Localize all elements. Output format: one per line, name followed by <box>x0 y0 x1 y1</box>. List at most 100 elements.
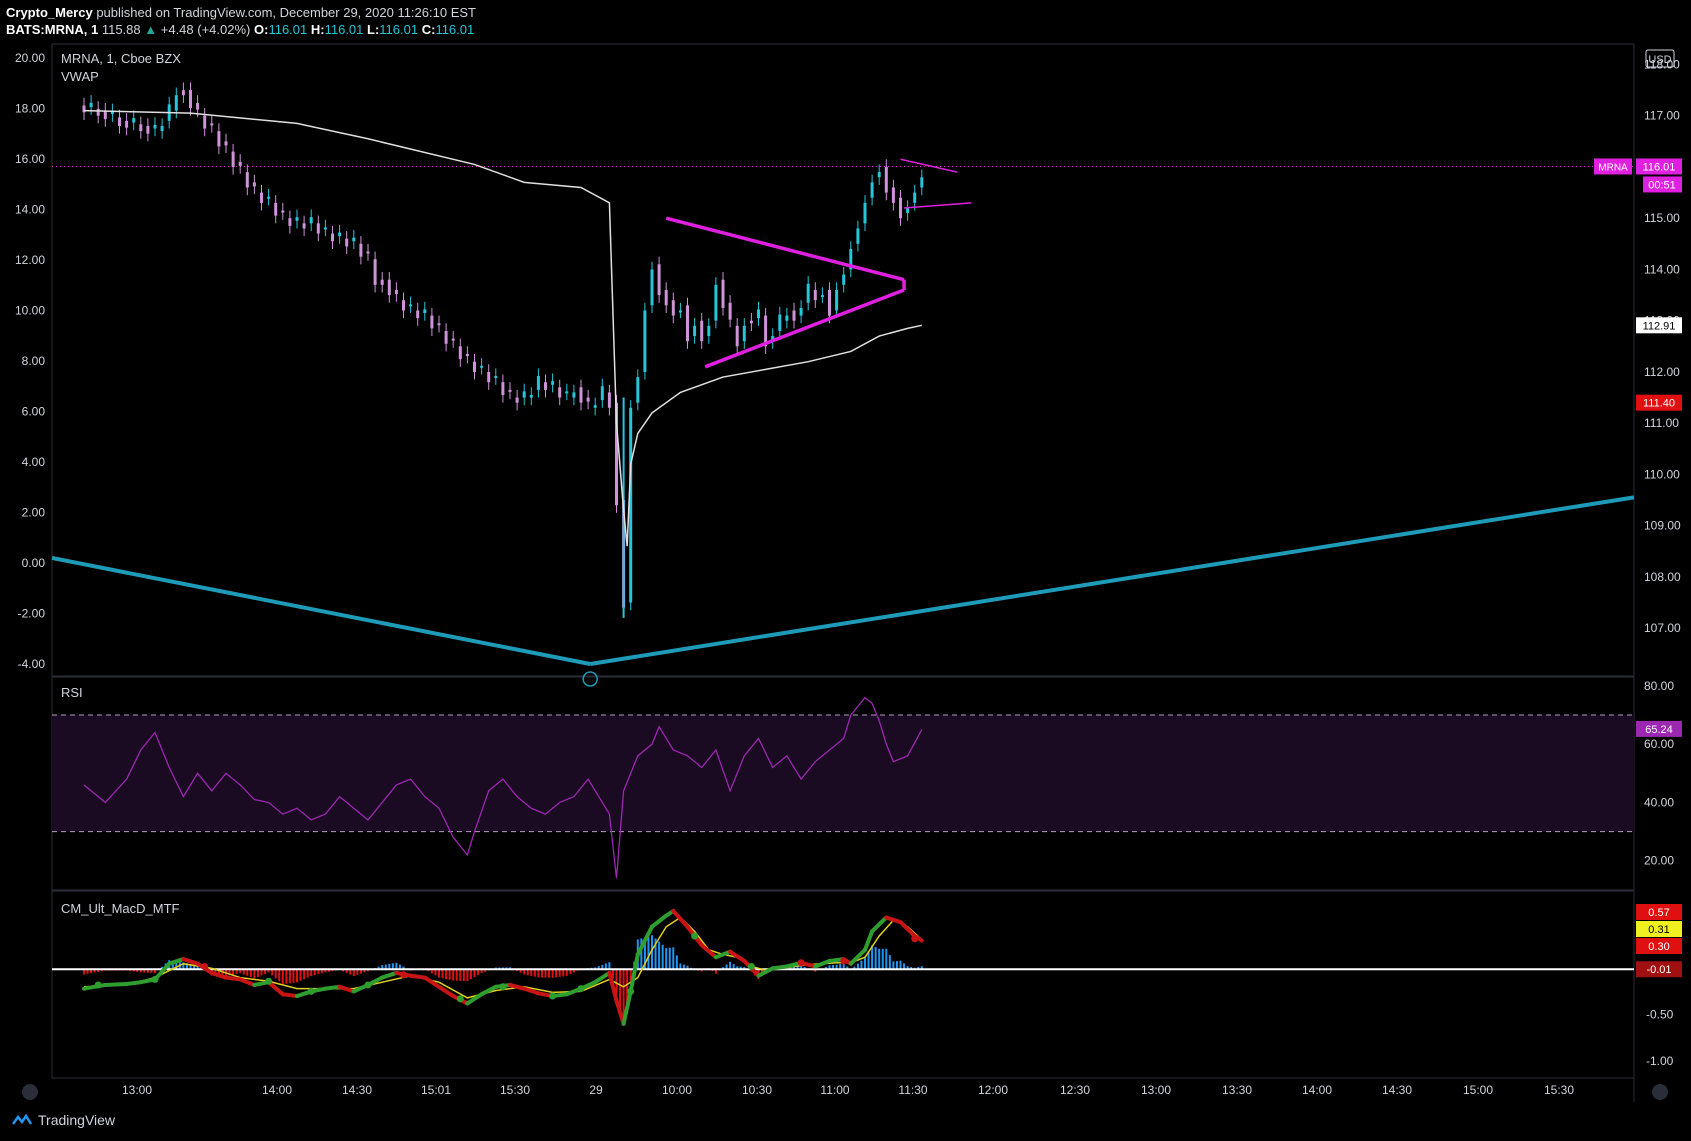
rsi-last-tag: 65.24 <box>1645 724 1673 736</box>
currency-label: USD <box>1648 54 1671 66</box>
candle-body <box>565 391 569 394</box>
macd-value-tag: 0.57 <box>1648 907 1669 919</box>
candle-body <box>536 376 540 390</box>
candle-body <box>231 151 235 167</box>
triangle-lower-line <box>704 288 905 369</box>
candle-body <box>409 304 413 307</box>
candle-body <box>274 202 278 216</box>
time-tick-label: 10:00 <box>662 1083 692 1097</box>
pennant-upper-line <box>900 158 958 173</box>
macd-cross-dot <box>400 971 407 979</box>
candle-body <box>572 392 576 398</box>
candle-body <box>778 314 782 331</box>
macd-cross-dot <box>840 957 848 965</box>
rsi-tick-label: 20.00 <box>1644 854 1674 868</box>
candle-body <box>920 177 924 188</box>
candle-body <box>437 323 441 326</box>
macd-line-segment <box>884 915 903 925</box>
candle-body <box>891 187 895 203</box>
left-scale-tick-label: 12.00 <box>15 253 45 267</box>
macd-value-tag: 0.30 <box>1648 941 1669 953</box>
candle-body <box>338 232 342 237</box>
candle-body <box>288 218 292 226</box>
price-tick-label: 108.00 <box>1644 570 1681 584</box>
candle-body <box>657 264 661 296</box>
macd-tick-label: -1.00 <box>1646 1054 1674 1068</box>
countdown-tag: 00:51 <box>1648 179 1676 191</box>
price-tick-label: 110.00 <box>1644 467 1680 481</box>
macd-line-segment <box>209 970 228 980</box>
macd-cross-dot <box>577 985 585 993</box>
macd-cross-dot <box>265 977 273 985</box>
vwap-price-tag: 112.91 <box>1643 320 1676 332</box>
macd-line-segment <box>280 992 299 999</box>
candle-body <box>89 102 93 108</box>
candle-body <box>487 371 491 383</box>
vwap-label: VWAP <box>61 69 99 84</box>
price-tick-label: 114.00 <box>1644 262 1680 276</box>
candle-body <box>203 115 207 129</box>
candle-body <box>245 172 249 188</box>
time-tick-label: 10:30 <box>742 1083 772 1097</box>
macd-cross-dot <box>911 935 919 943</box>
candle-body <box>856 228 860 244</box>
macd-cross-dot <box>691 932 699 940</box>
time-tick-label: 12:00 <box>978 1083 1008 1097</box>
macd-line-segment <box>870 915 889 934</box>
macd-line-segment <box>380 970 399 980</box>
candle-body <box>196 102 200 110</box>
candle-body <box>224 141 228 146</box>
candle-body <box>820 295 824 298</box>
candle-body <box>125 120 129 128</box>
macd-line-segment <box>408 973 427 980</box>
macd-cross-dot <box>499 983 507 991</box>
left-scale-tick-label: -2.00 <box>18 607 46 621</box>
time-tick-label: 12:30 <box>1060 1083 1090 1097</box>
macd-line-segment <box>103 982 129 987</box>
tradingview-brand[interactable]: TradingView <box>12 1112 115 1128</box>
candle-body <box>508 389 512 392</box>
candle-body <box>217 131 221 147</box>
candle-body <box>380 279 384 285</box>
candle-body <box>693 325 697 337</box>
macd-line-segment <box>323 984 342 991</box>
rsi-title: RSI <box>61 685 83 700</box>
candle-body <box>870 182 874 198</box>
main-pane-title: MRNA, 1, Cboe BZX <box>61 51 181 66</box>
candle-body <box>813 289 817 301</box>
macd-line-segment <box>181 957 200 966</box>
candle-body <box>387 279 391 296</box>
chart-canvas[interactable]: MRNA, 1, Cboe BZX VWAP RSI CM_Ult_MacD_MT… <box>0 0 1691 1141</box>
macd-cross-dot <box>627 987 635 995</box>
left-scale-tick-label: 10.00 <box>15 304 45 318</box>
candle-body <box>607 392 611 408</box>
pane-frame <box>51 43 1635 677</box>
candle-body <box>551 381 555 385</box>
candle-body <box>643 310 647 372</box>
candle-body <box>465 354 469 356</box>
candle-body <box>252 182 256 187</box>
macd-line-segment <box>770 964 789 971</box>
macd-cross-dot <box>151 975 159 983</box>
candle-body <box>260 192 263 203</box>
candle-body <box>210 123 214 126</box>
time-tick-label: 11:30 <box>898 1083 927 1097</box>
candle-body <box>189 90 192 109</box>
auto-scale-icon <box>1652 1084 1668 1100</box>
macd-line-segment <box>224 975 243 982</box>
macd-cross-dot <box>201 962 209 970</box>
candle-body <box>515 397 519 403</box>
candle-body <box>302 223 306 229</box>
left-scale-tick-label: 20.00 <box>15 51 45 65</box>
tradingview-logo-icon <box>12 1114 32 1125</box>
candle-body <box>842 274 846 285</box>
macd-cross-dot <box>549 992 557 1000</box>
macd-value-tag: -0.01 <box>1646 964 1671 976</box>
candle-body <box>913 192 917 203</box>
candle-body <box>664 289 668 306</box>
candle-body <box>267 196 271 199</box>
candle-body <box>323 227 327 230</box>
candle-body <box>671 300 675 316</box>
candle-body <box>238 161 242 166</box>
candle-body <box>650 269 654 306</box>
